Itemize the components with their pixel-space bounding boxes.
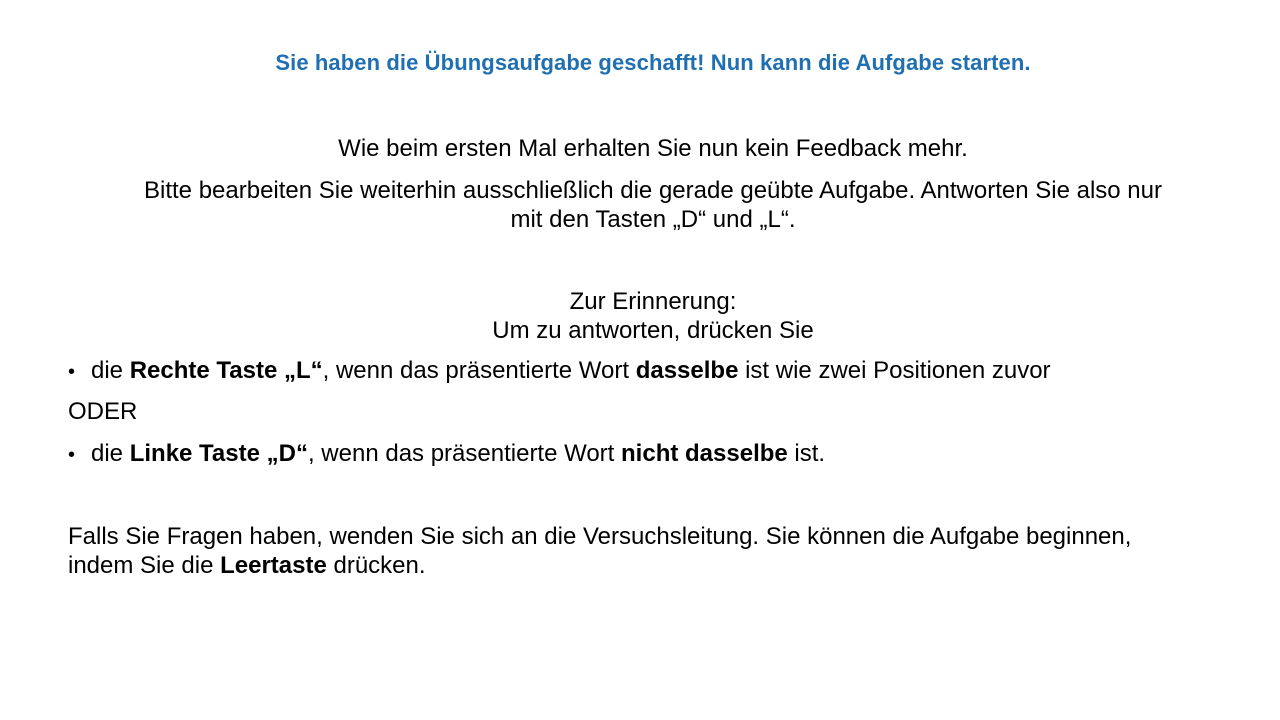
- bullet-middle: , wenn das präsentierte Wort: [322, 357, 636, 384]
- task-instruction-line-2: mit den Tasten „D“ und „L“.: [510, 206, 796, 233]
- bullet-left-key: • die Linke Taste „D“, wenn das präsenti…: [68, 439, 1238, 470]
- bullet-prefix: die: [91, 440, 130, 467]
- start-line-prefix: indem Sie die: [68, 552, 221, 579]
- bullet-prefix: die: [91, 357, 130, 384]
- reminder-heading: Zur Erinnerung:: [569, 288, 737, 315]
- bullet-icon: •: [68, 444, 76, 466]
- start-line-suffix: drücken.: [326, 552, 426, 579]
- oder-separator: ODER: [68, 398, 138, 425]
- instruction-slide: Sie haben die Übungsaufgabe geschafft! N…: [0, 0, 1280, 720]
- bullet-left-key-text: die Linke Taste „D“, wenn das präsentier…: [91, 439, 825, 468]
- reminder-block: Zur Erinnerung: Um zu antworten, drücken…: [70, 287, 1236, 345]
- contact-and-start-note: Falls Sie Fragen haben, wenden Sie sich …: [68, 522, 1238, 580]
- bullet-right-key: • die Rechte Taste „L“, wenn das präsent…: [68, 356, 1238, 387]
- start-line: indem Sie die Leertaste drücken.: [68, 551, 1238, 580]
- right-key-label: Rechte Taste „L“: [129, 357, 323, 384]
- task-instruction-line-1: Bitte bearbeiten Sie weiterhin ausschlie…: [144, 177, 1162, 204]
- left-key-label: Linke Taste „D“: [129, 440, 308, 467]
- right-key-condition: dasselbe: [635, 357, 739, 384]
- bullet-suffix: ist.: [787, 440, 826, 467]
- bullet-right-key-text: die Rechte Taste „L“, wenn das präsentie…: [91, 356, 1051, 385]
- task-instruction: Bitte bearbeiten Sie weiterhin ausschlie…: [70, 176, 1236, 234]
- feedback-text: Wie beim ersten Mal erhalten Sie nun kei…: [338, 135, 968, 162]
- bullet-middle: , wenn das präsentierte Wort: [307, 440, 622, 467]
- bullet-suffix: ist wie zwei Positionen zuvor: [738, 357, 1051, 384]
- bullet-icon: •: [68, 361, 76, 383]
- feedback-notice: Wie beim ersten Mal erhalten Sie nun kei…: [70, 134, 1236, 163]
- contact-line: Falls Sie Fragen haben, wenden Sie sich …: [68, 523, 1132, 550]
- spacebar-key-label: Leertaste: [220, 552, 327, 579]
- slide-title: Sie haben die Übungsaufgabe geschafft! N…: [275, 50, 1031, 75]
- reminder-subheading: Um zu antworten, drücken Sie: [492, 317, 814, 344]
- left-key-condition: nicht dasselbe: [621, 440, 788, 467]
